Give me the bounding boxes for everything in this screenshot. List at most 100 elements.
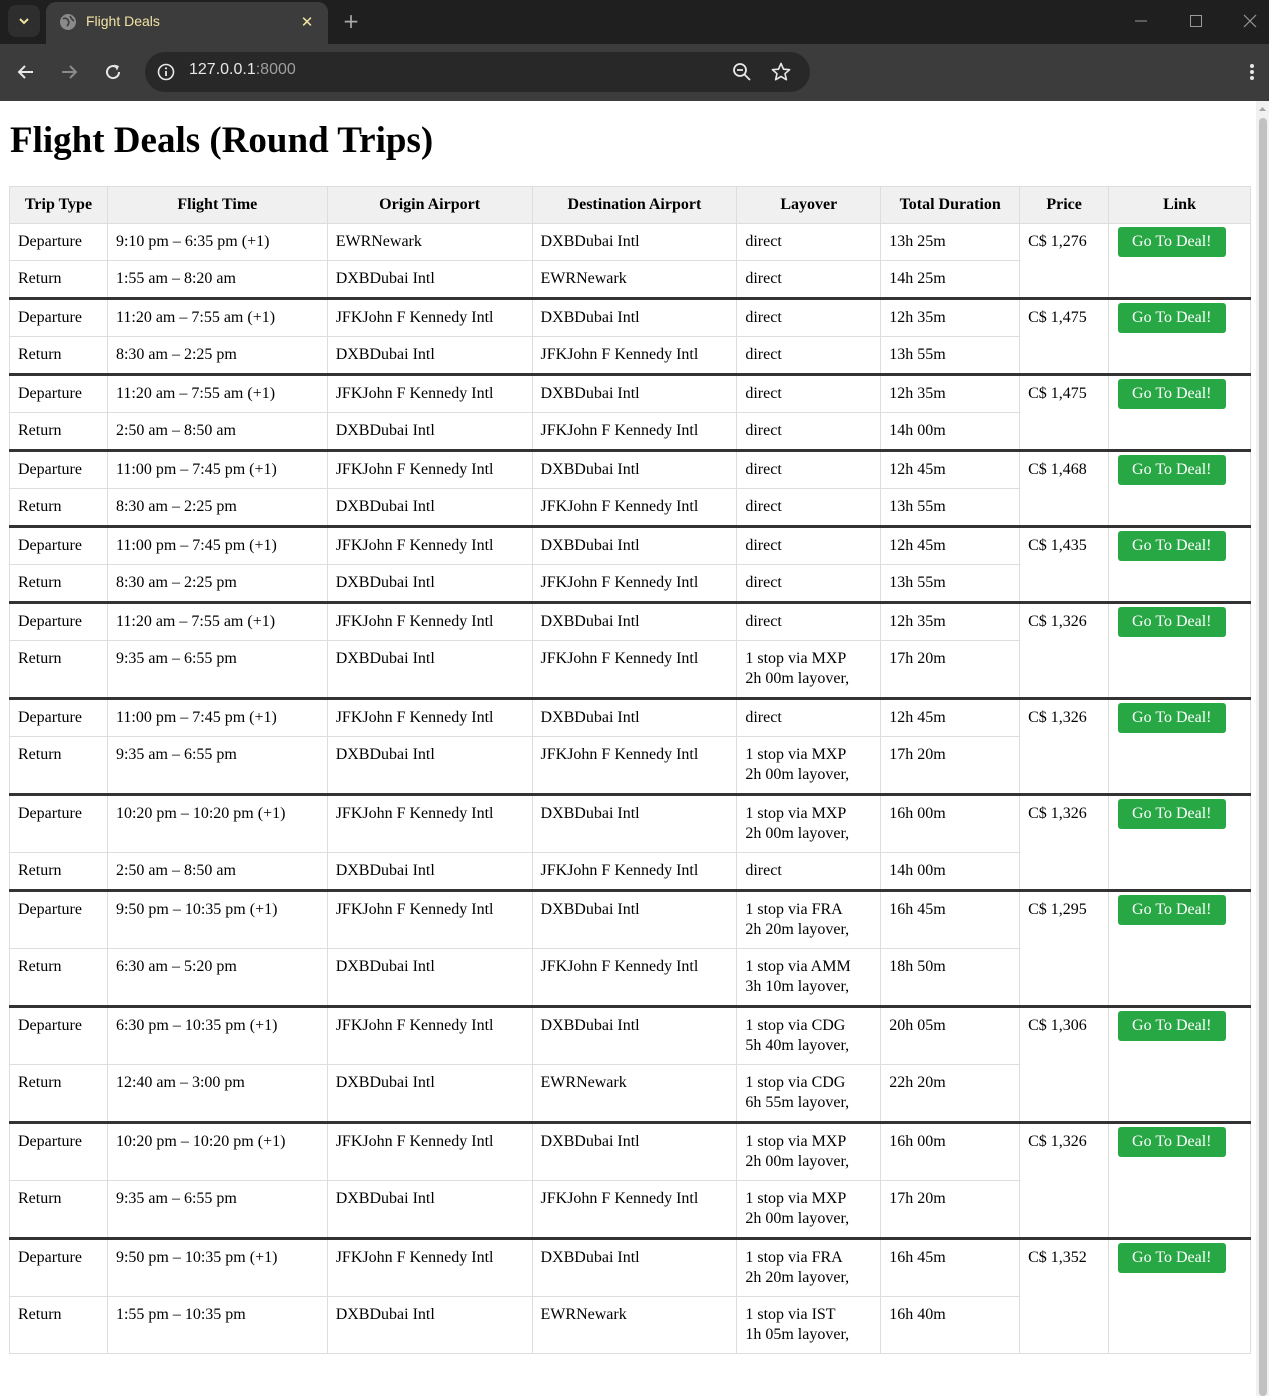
close-tab-icon[interactable]: ✕ — [296, 11, 318, 33]
price-cell: C$ 1,326 — [1019, 602, 1110, 699]
origin-airport-cell: JFKJohn F Kennedy Intl — [326, 450, 533, 489]
forward-icon[interactable] — [55, 58, 83, 86]
go-to-deal-button[interactable]: Go To Deal! — [1118, 607, 1226, 637]
origin-airport-cell: EWRNewark — [326, 223, 533, 261]
header-origin-airport: Origin Airport — [326, 186, 533, 224]
table-row-departure: Departure 10:20 pm – 10:20 pm (+1) JFKJohn… — [9, 794, 1251, 891]
reload-icon[interactable] — [99, 58, 127, 86]
total-duration-cell: 12h 35m — [880, 602, 1021, 641]
origin-airport-cell: JFKJohn F Kennedy Intl — [326, 794, 533, 853]
total-duration-cell: 13h 55m — [880, 336, 1021, 375]
go-to-deal-button[interactable]: Go To Deal! — [1118, 799, 1226, 829]
go-to-deal-button[interactable]: Go To Deal! — [1118, 1243, 1226, 1273]
origin-airport-cell: DXBDubai Intl — [326, 336, 533, 375]
scrollbar-thumb[interactable] — [1259, 118, 1267, 1396]
layover-cell: 1 stop via MXP 2h 00m layover, — [736, 1122, 882, 1181]
trip-type-cell: Return — [9, 412, 108, 451]
destination-airport-cell: JFKJohn F Kennedy Intl — [531, 412, 738, 451]
go-to-deal-button[interactable]: Go To Deal! — [1118, 303, 1226, 333]
origin-airport-cell: JFKJohn F Kennedy Intl — [326, 698, 533, 737]
table-row-departure: Departure 9:50 pm – 10:35 pm (+1) JFKJohn … — [9, 890, 1251, 1007]
bookmark-star-icon[interactable] — [770, 61, 792, 83]
go-to-deal-button[interactable]: Go To Deal! — [1118, 895, 1226, 925]
link-cell: Go To Deal! — [1108, 450, 1251, 527]
close-window-icon[interactable] — [1235, 8, 1265, 34]
price-cell: C$ 1,306 — [1019, 1006, 1110, 1123]
origin-airport-cell: DXBDubai Intl — [326, 1296, 533, 1354]
header-row: Trip Type Flight Time Origin Airport Des… — [9, 186, 1251, 224]
header-price: Price — [1019, 186, 1110, 224]
new-tab-icon[interactable]: + — [338, 8, 364, 34]
trip-type-cell: Return — [9, 1180, 108, 1239]
origin-airport-cell: DXBDubai Intl — [326, 736, 533, 795]
layover-cell: direct — [736, 336, 882, 375]
destination-airport-cell: EWRNewark — [531, 1296, 738, 1354]
table-row-departure: Departure 6:30 pm – 10:35 pm (+1) JFKJohn … — [9, 1006, 1251, 1123]
trip-type-cell: Return — [9, 488, 108, 527]
total-duration-cell: 16h 45m — [880, 1238, 1021, 1297]
layover-cell: direct — [736, 412, 882, 451]
flight-time-cell: 9:10 pm – 6:35 pm (+1) — [106, 223, 328, 261]
maximize-icon[interactable] — [1181, 8, 1211, 34]
trip-type-cell: Departure — [9, 526, 108, 565]
total-duration-cell: 17h 20m — [880, 640, 1021, 699]
go-to-deal-button[interactable]: Go To Deal! — [1118, 227, 1226, 257]
browser-toolbar: 127.0.0.1:8000 — [0, 44, 1269, 101]
destination-airport-cell: DXBDubai Intl — [531, 1122, 738, 1181]
layover-cell: 1 stop via MXP 2h 00m layover, — [736, 794, 882, 853]
page-viewport: Flight Deals (Round Trips) Trip Type Fli… — [0, 101, 1256, 1396]
go-to-deal-button[interactable]: Go To Deal! — [1118, 703, 1226, 733]
layover-cell: direct — [736, 260, 882, 299]
flight-time-cell: 9:35 am – 6:55 pm — [106, 736, 328, 795]
destination-airport-cell: JFKJohn F Kennedy Intl — [531, 948, 738, 1007]
link-cell: Go To Deal! — [1108, 374, 1251, 451]
table-row-departure: Departure 9:50 pm – 10:35 pm (+1) JFKJohn … — [9, 1238, 1251, 1354]
flight-time-cell: 9:35 am – 6:55 pm — [106, 640, 328, 699]
go-to-deal-button[interactable]: Go To Deal! — [1118, 531, 1226, 561]
header-layover: Layover — [736, 186, 882, 224]
back-icon[interactable] — [12, 58, 40, 86]
total-duration-cell: 16h 00m — [880, 794, 1021, 853]
origin-airport-cell: DXBDubai Intl — [326, 852, 533, 891]
total-duration-cell: 12h 45m — [880, 526, 1021, 565]
flight-time-cell: 12:40 am – 3:00 pm — [106, 1064, 328, 1123]
go-to-deal-button[interactable]: Go To Deal! — [1118, 379, 1226, 409]
go-to-deal-button[interactable]: Go To Deal! — [1118, 1011, 1226, 1041]
total-duration-cell: 14h 00m — [880, 852, 1021, 891]
layover-cell: 1 stop via CDG 5h 40m layover, — [736, 1006, 882, 1065]
destination-airport-cell: DXBDubai Intl — [531, 374, 738, 413]
trip-type-cell: Return — [9, 640, 108, 699]
more-menu-icon[interactable] — [1238, 58, 1266, 86]
zoom-icon[interactable] — [731, 61, 753, 83]
site-info-icon[interactable] — [155, 61, 177, 83]
destination-airport-cell: DXBDubai Intl — [531, 1006, 738, 1065]
destination-airport-cell: EWRNewark — [531, 1064, 738, 1123]
link-cell: Go To Deal! — [1108, 602, 1251, 699]
tab-search-button[interactable] — [8, 5, 40, 37]
trip-type-cell: Return — [9, 1296, 108, 1354]
layover-cell: direct — [736, 298, 882, 337]
minimize-icon[interactable] — [1126, 8, 1156, 34]
table-row-departure: Departure 11:20 am – 7:55 am (+1) JFKJohn … — [9, 602, 1251, 699]
total-duration-cell: 12h 45m — [880, 698, 1021, 737]
trip-type-cell: Return — [9, 948, 108, 1007]
link-cell: Go To Deal! — [1108, 1122, 1251, 1239]
url-host: 127.0.0.1 — [189, 61, 256, 78]
total-duration-cell: 16h 00m — [880, 1122, 1021, 1181]
total-duration-cell: 12h 35m — [880, 374, 1021, 413]
layover-cell: direct — [736, 564, 882, 603]
table-row-departure: Departure 11:20 am – 7:55 am (+1) JFKJohn … — [9, 298, 1251, 375]
total-duration-cell: 17h 20m — [880, 736, 1021, 795]
go-to-deal-button[interactable]: Go To Deal! — [1118, 455, 1226, 485]
trip-type-cell: Return — [9, 852, 108, 891]
address-bar[interactable]: 127.0.0.1:8000 — [145, 52, 810, 92]
page-title: Flight Deals (Round Trips) — [10, 120, 434, 161]
scroll-up-arrow-icon[interactable] — [1256, 101, 1269, 117]
deal-group: Departure 9:50 pm – 10:35 pm (+1) JFKJohn … — [9, 890, 1251, 1007]
flight-time-cell: 9:50 pm – 10:35 pm (+1) — [106, 1238, 328, 1297]
layover-cell: direct — [736, 852, 882, 891]
price-cell: C$ 1,295 — [1019, 890, 1110, 1007]
browser-tab[interactable]: Flight Deals ✕ — [46, 2, 328, 44]
go-to-deal-button[interactable]: Go To Deal! — [1118, 1127, 1226, 1157]
url-text[interactable]: 127.0.0.1:8000 — [189, 61, 296, 79]
